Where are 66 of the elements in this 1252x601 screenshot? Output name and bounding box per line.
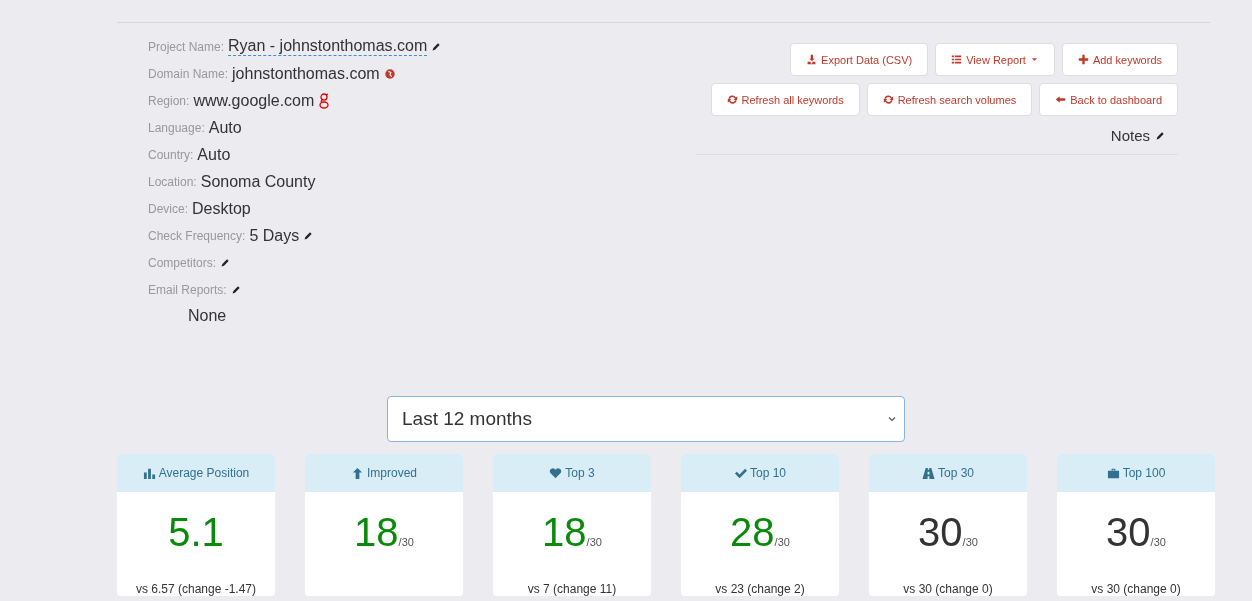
field-label: Check Frequency: bbox=[148, 228, 246, 243]
stat-value: 5.1 bbox=[168, 510, 224, 555]
field-label: Project Name: bbox=[148, 39, 225, 54]
action-button[interactable]: Back to dashboard bbox=[1039, 83, 1178, 116]
field-label: Domain Name: bbox=[148, 66, 229, 81]
field-value: Sonoma County bbox=[200, 172, 316, 191]
field-value: www.google.com bbox=[193, 91, 315, 110]
chevron-down-icon bbox=[888, 416, 896, 422]
stat-value: 28 bbox=[730, 510, 775, 555]
plus-icon bbox=[1077, 54, 1089, 65]
stat-value: 18 bbox=[354, 510, 399, 555]
notes-label: Notes bbox=[1110, 127, 1150, 144]
comparison-text: vs 30 (change 0) bbox=[1090, 582, 1182, 596]
field-value: Auto bbox=[208, 118, 242, 137]
field-value: 5 Days bbox=[249, 226, 300, 245]
field-label: Device: bbox=[148, 201, 188, 216]
field-label: Region: bbox=[148, 93, 190, 108]
stat-value: 30 bbox=[918, 510, 963, 555]
check-icon bbox=[734, 466, 747, 480]
field-value: Auto bbox=[197, 145, 231, 164]
comparison-text: vs 30 (change 0) bbox=[902, 582, 994, 596]
arrow-up-icon bbox=[351, 466, 364, 480]
card-title: Top 3 bbox=[565, 466, 595, 480]
card-title: Average Position bbox=[158, 466, 250, 480]
refresh-icon bbox=[726, 94, 738, 105]
field-value: Desktop bbox=[192, 199, 251, 218]
stat-total: /30 bbox=[586, 536, 602, 548]
export-icon bbox=[806, 54, 818, 65]
card-title: Top 100 bbox=[1122, 466, 1166, 480]
field-label: Email Reports: bbox=[148, 282, 227, 297]
card-title: Improved bbox=[367, 466, 417, 480]
stat-total: /30 bbox=[1150, 536, 1166, 548]
refresh-icon bbox=[882, 94, 894, 105]
action-button[interactable]: View Report bbox=[935, 43, 1055, 76]
card-title: Top 30 bbox=[938, 466, 974, 480]
comparison-text: vs 23 (change 2) bbox=[714, 582, 806, 596]
action-button[interactable]: Export Data (CSV) bbox=[790, 43, 929, 76]
google-g-icon bbox=[318, 91, 331, 110]
field-label: Competitors: bbox=[148, 255, 217, 270]
card-title: Top 10 bbox=[750, 466, 786, 480]
action-button[interactable]: Add keywords bbox=[1061, 43, 1178, 76]
stat-value: 30 bbox=[1106, 510, 1151, 555]
arrow-left-icon bbox=[1055, 94, 1067, 105]
globe-icon bbox=[383, 67, 396, 80]
action-button[interactable]: Refresh search volumes bbox=[866, 83, 1033, 116]
bar-chart-icon bbox=[142, 466, 156, 480]
field-link[interactable]: Ryan - johnstonthomas.com bbox=[228, 37, 428, 56]
field-label: Location: bbox=[148, 174, 197, 189]
briefcase-icon bbox=[1106, 466, 1120, 480]
stat-total: /30 bbox=[398, 536, 414, 548]
stat-total: /30 bbox=[774, 536, 790, 548]
stat-value: 18 bbox=[542, 510, 587, 555]
field-value: None bbox=[188, 307, 228, 325]
period-select[interactable]: Last 12 months bbox=[387, 396, 905, 442]
comparison-text: vs 6.57 (change -1.47) bbox=[134, 582, 258, 596]
pencil-icon[interactable] bbox=[1155, 130, 1166, 141]
heart-icon bbox=[549, 466, 563, 480]
field-label: Language: bbox=[148, 120, 205, 135]
field-label: Country: bbox=[148, 147, 194, 162]
stat-total: /30 bbox=[962, 536, 978, 548]
road-icon bbox=[922, 466, 935, 480]
pencil-icon[interactable] bbox=[230, 284, 242, 295]
action-button[interactable]: Refresh all keywords bbox=[710, 83, 860, 116]
field-value: johnstonthomas.com bbox=[232, 64, 380, 83]
comparison-text: vs 7 (change 11) bbox=[526, 582, 618, 596]
list-icon bbox=[951, 54, 963, 65]
